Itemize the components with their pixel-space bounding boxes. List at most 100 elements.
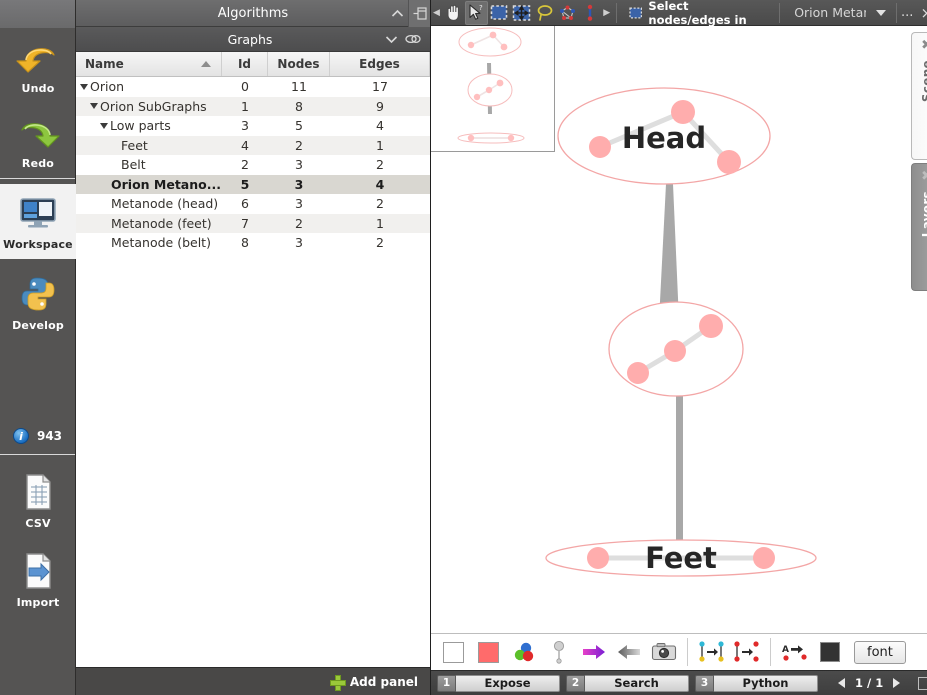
tab-scene-label: Scene <box>920 60 927 102</box>
left-icon-rail: Undo Redo <box>0 0 76 695</box>
tab-layers[interactable]: ✖ Layers <box>911 163 927 291</box>
sidebar-item-csv[interactable]: CSV <box>0 463 76 538</box>
close-icon[interactable]: ✖ <box>921 170 927 183</box>
sidebar-item-import[interactable]: Import <box>0 542 76 617</box>
redo-button[interactable]: Redo <box>0 103 76 178</box>
table-row[interactable]: Low parts354 <box>76 116 430 136</box>
overflow-menu-button[interactable]: ... <box>901 5 913 20</box>
background-color-swatch[interactable] <box>437 637 470 668</box>
workspace-monitor-icon <box>0 190 76 236</box>
close-view-button[interactable]: × <box>920 4 927 22</box>
undo-arrow-icon <box>0 34 76 80</box>
table-row[interactable]: Belt232 <box>76 155 430 175</box>
rail-top-cap <box>0 0 75 28</box>
graph-selector-value: Orion Metano <box>794 5 866 20</box>
edit-edge-bends-icon[interactable] <box>579 1 602 25</box>
sort-ascending-icon <box>201 61 211 67</box>
expander-triangle-down-icon[interactable] <box>90 103 98 109</box>
expander-triangle-down-icon[interactable] <box>100 123 108 129</box>
metanode-head-label: Head <box>622 121 706 155</box>
pan-hand-icon[interactable] <box>442 1 465 25</box>
table-row[interactable]: Orion SubGraphs189 <box>76 97 430 117</box>
maximize-icon[interactable] <box>918 677 927 690</box>
rail-divider-1 <box>0 178 75 179</box>
add-node-edge-icon[interactable] <box>556 1 579 25</box>
render-toolbar-separator-1 <box>687 638 688 666</box>
tab-scene[interactable]: ✖ Scene <box>911 32 927 160</box>
info-counter[interactable]: i 943 <box>0 422 75 454</box>
edge-color-interpolation-icon[interactable] <box>612 637 645 668</box>
label-color-swatch[interactable] <box>813 637 846 668</box>
chain-link-icon[interactable] <box>402 26 424 53</box>
graph-selector-dropdown[interactable]: Orion Metano <box>784 5 892 20</box>
graph-id-cell: 0 <box>222 79 268 94</box>
node-shape-icon[interactable] <box>542 637 575 668</box>
column-header-edges[interactable]: Edges <box>330 52 430 76</box>
show-node-labels-icon[interactable] <box>695 637 728 668</box>
scroll-left-icon[interactable]: ◀ <box>431 8 442 18</box>
table-row[interactable]: Metanode (feet)721 <box>76 214 430 234</box>
label-scaling-icon[interactable]: A <box>778 637 811 668</box>
chevron-up-icon[interactable] <box>386 0 408 27</box>
tulip-main-window: Undo Redo <box>0 0 927 695</box>
sidebar-item-develop[interactable]: Develop <box>0 265 76 340</box>
rectangle-selection-icon[interactable] <box>488 1 511 25</box>
search-button[interactable]: 2 Search <box>566 675 689 692</box>
develop-label: Develop <box>0 319 76 332</box>
graph-overview-minimap[interactable] <box>431 26 555 152</box>
sidebar-item-workspace[interactable]: Workspace <box>0 184 76 259</box>
move-selection-icon[interactable] <box>510 1 533 25</box>
info-badge-icon: i <box>13 428 29 444</box>
column-header-name[interactable]: Name <box>76 52 222 76</box>
graph-name-label: Metanode (feet) <box>111 216 212 231</box>
metanode-feet[interactable]: Feet <box>546 540 816 576</box>
expose-shortcut: 1 <box>437 675 456 692</box>
toolbar-separator-3 <box>896 3 897 23</box>
table-row[interactable]: Metanode (belt)832 <box>76 233 430 253</box>
snapshot-camera-icon[interactable] <box>647 637 680 668</box>
graphs-title: Graphs <box>76 32 380 47</box>
graph-nodes-cell: 8 <box>268 99 330 114</box>
python-button[interactable]: 3 Python <box>695 675 818 692</box>
rail-divider-2 <box>0 454 75 455</box>
metanode-belt[interactable] <box>609 302 743 396</box>
show-edge-labels-icon[interactable] <box>730 637 763 668</box>
selection-mode-label: Select nodes/edges in <box>648 0 767 27</box>
prev-page-icon[interactable] <box>838 678 845 688</box>
graph-name-cell: Metanode (belt) <box>76 235 222 250</box>
metanode-feet-label: Feet <box>645 541 717 575</box>
selection-mode-button[interactable]: Select nodes/edges in <box>621 0 775 27</box>
table-row[interactable]: Orion Metano...534 <box>76 175 430 195</box>
graph-name-label: Orion Metano... <box>111 177 221 192</box>
undo-button[interactable]: Undo <box>0 28 76 103</box>
close-icon[interactable]: ✖ <box>921 39 927 52</box>
algorithms-panel: Algorithms Graphs <box>76 0 431 695</box>
lasso-selection-icon[interactable] <box>533 1 556 25</box>
font-button[interactable]: font <box>854 641 906 664</box>
python-logo-icon <box>0 271 76 317</box>
add-panel-button[interactable]: Add panel <box>76 667 430 695</box>
graph-edges-cell: 1 <box>330 138 430 153</box>
next-page-icon[interactable] <box>893 678 900 688</box>
show-arrows-icon[interactable] <box>577 637 610 668</box>
graph-nodes-cell: 5 <box>268 118 330 133</box>
table-row[interactable]: Feet421 <box>76 136 430 156</box>
graph-name-label: Feet <box>121 138 148 153</box>
select-cursor-icon[interactable]: ? <box>465 1 488 25</box>
graph-name-cell: Orion <box>76 79 222 94</box>
metanode-head[interactable]: Head <box>558 88 770 184</box>
color-interpolation-icon[interactable] <box>507 637 540 668</box>
column-header-nodes[interactable]: Nodes <box>268 52 330 76</box>
graph-canvas[interactable]: Head Feet <box>431 26 927 633</box>
expose-button[interactable]: 1 Expose <box>437 675 560 692</box>
chevron-down-icon[interactable] <box>380 26 402 53</box>
table-row[interactable]: Orion01117 <box>76 77 430 97</box>
expander-triangle-down-icon[interactable] <box>80 84 88 90</box>
graph-edges-cell: 4 <box>330 177 430 192</box>
table-row[interactable]: Metanode (head)632 <box>76 194 430 214</box>
scroll-right-icon[interactable]: ▶ <box>601 8 612 18</box>
node-color-swatch[interactable] <box>472 637 505 668</box>
graph-nodes-cell: 2 <box>268 138 330 153</box>
dock-panel-icon[interactable] <box>408 0 430 27</box>
column-header-id[interactable]: Id <box>222 52 268 76</box>
